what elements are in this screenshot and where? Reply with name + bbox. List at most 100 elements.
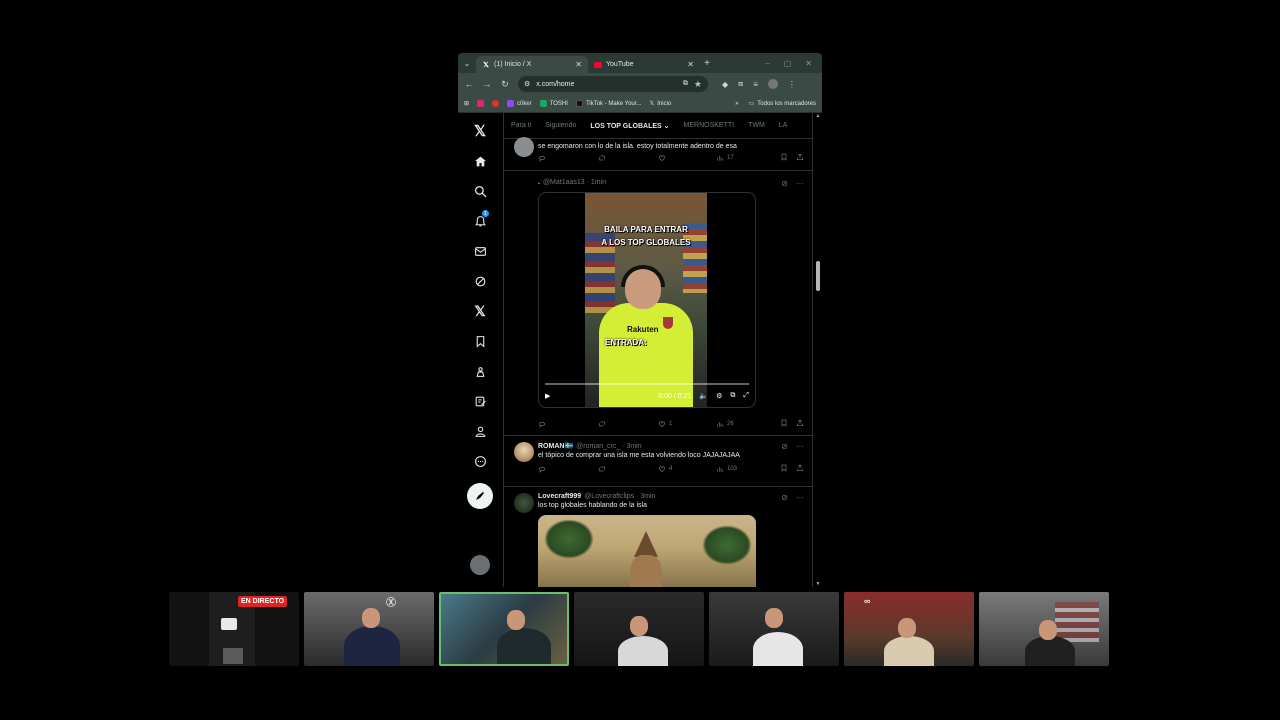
scroll-up-icon[interactable]: ▲ (815, 113, 821, 119)
bookmark-toshi[interactable]: TOSHI (539, 100, 568, 107)
webcam-tile-selected[interactable] (439, 592, 569, 666)
page-scrollbar[interactable]: ▲ ▼ (815, 113, 821, 587)
settings-gear-icon[interactable]: ⚙ (716, 392, 722, 400)
new-tab-button[interactable]: + (700, 58, 714, 69)
repost-button[interactable] (598, 154, 658, 162)
handle-and-time[interactable]: @roman_crc_ · 3min (576, 443, 641, 450)
share-button[interactable] (796, 153, 804, 163)
back-button[interactable]: ← (464, 79, 474, 89)
repost-button[interactable] (598, 420, 658, 428)
bookmark-tiktok[interactable]: TikTok - Make Your... (575, 100, 641, 107)
like-button[interactable]: 1 (658, 420, 716, 428)
like-button[interactable]: 4 (658, 465, 716, 473)
play-icon[interactable]: ▶ (545, 392, 550, 400)
webcam-tile[interactable]: Ⓧ (304, 592, 434, 666)
messages-envelope-icon[interactable] (468, 239, 492, 263)
profile-avatar[interactable] (767, 79, 778, 89)
extensions-icon[interactable]: ⧈ (738, 79, 743, 89)
bookmarks-icon[interactable] (468, 329, 492, 353)
bookmark-button[interactable] (780, 464, 788, 474)
views-button[interactable]: 103 (716, 465, 778, 473)
site-info-icon[interactable]: ⚙ (524, 80, 530, 88)
repost-button[interactable] (598, 465, 658, 473)
display-name[interactable]: . (538, 179, 540, 186)
lists-icon[interactable] (468, 389, 492, 413)
apps-grid-icon[interactable]: ⊞ (464, 100, 469, 107)
more-bookmarks-icon[interactable]: » (735, 101, 738, 107)
display-name[interactable]: Lovecraft999 (538, 493, 581, 500)
grok-explain-icon[interactable]: ⊘ (781, 179, 788, 188)
grok-icon[interactable] (468, 269, 492, 293)
profile-person-icon[interactable] (468, 419, 492, 443)
volume-icon[interactable]: 🔈 (699, 392, 708, 400)
close-icon[interactable]: ✕ (575, 60, 582, 69)
tweet[interactable]: ⊘ ··· Lovecraft999 @Lovecraftclips · 3mi… (504, 487, 812, 587)
bookmark-red[interactable] (492, 100, 500, 107)
search-icon[interactable] (468, 179, 492, 203)
handle-and-time[interactable]: @Lovecraftclips · 3min (584, 493, 655, 500)
bookmark-c0ker[interactable]: c0ker (507, 100, 532, 107)
tab-search-icon[interactable]: ⌄ (458, 59, 476, 68)
bookmark-inicio[interactable]: 𝕏 Inicio (649, 100, 671, 108)
reply-button[interactable] (538, 154, 598, 162)
video-player[interactable]: BAILA PARA ENTRAR A LOS TOP GLOBALES Rak… (538, 192, 756, 408)
grok-explain-icon[interactable]: ⊘ (781, 493, 788, 502)
bookmark-star-icon[interactable]: ★ (694, 79, 702, 90)
all-bookmarks-folder[interactable]: ▭ Todos los marcadores (749, 100, 816, 108)
video-progress-bar[interactable] (545, 383, 749, 385)
reload-button[interactable]: ↻ (500, 79, 510, 90)
views-button[interactable]: 17 (716, 154, 778, 162)
webcam-tile[interactable] (574, 592, 704, 666)
tab-la[interactable]: LA (772, 122, 795, 129)
avatar[interactable] (514, 493, 534, 513)
webcam-tile[interactable]: EN DIRECTO (169, 592, 299, 666)
minimize-button[interactable]: – (765, 59, 769, 68)
grok-explain-icon[interactable]: ⊘ (781, 442, 788, 451)
more-options-icon[interactable]: ··· (796, 179, 804, 188)
jobs-icon[interactable] (468, 359, 492, 383)
scroll-down-icon[interactable]: ▼ (815, 581, 821, 587)
avatar[interactable] (514, 137, 534, 157)
more-options-icon[interactable]: ··· (796, 493, 804, 502)
home-icon[interactable] (468, 149, 492, 173)
tab-siguiendo[interactable]: Siguiendo (538, 122, 583, 129)
maximize-button[interactable]: ▢ (784, 59, 792, 68)
avatar[interactable] (514, 442, 534, 462)
reply-button[interactable] (538, 420, 598, 428)
close-window-button[interactable]: ✕ (805, 59, 812, 68)
like-button[interactable] (658, 154, 716, 162)
reply-button[interactable] (538, 465, 598, 473)
share-button[interactable] (796, 419, 804, 429)
tab-mernosketti[interactable]: MERNOSKETTI (677, 122, 742, 129)
premium-x-icon[interactable]: 𝕏 (468, 299, 492, 323)
menu-kebab-icon[interactable]: ⋮ (788, 80, 796, 89)
views-button[interactable]: 26 (716, 420, 778, 428)
bookmark-button[interactable] (780, 153, 788, 163)
display-name[interactable]: ROMAN🇸🇪 (538, 442, 573, 450)
tweet[interactable]: ⊘ ··· ROMAN🇸🇪 @roman_crc_ · 3min el tópi… (504, 436, 812, 487)
tab-inicio-x[interactable]: 𝕏 (1) Inicio / X ✕ (476, 56, 588, 73)
more-circle-icon[interactable] (468, 449, 492, 473)
webcam-tile[interactable] (979, 592, 1109, 666)
forward-button[interactable]: → (482, 79, 492, 89)
bookmark-button[interactable] (780, 419, 788, 429)
tweet-media-image[interactable] (538, 515, 756, 587)
handle-and-time[interactable]: @Mat1aas13 · 1min (543, 179, 606, 186)
webcam-tile[interactable] (709, 592, 839, 666)
fullscreen-icon[interactable]: ⤢ (743, 392, 749, 400)
tab-youtube[interactable]: YouTube ✕ (588, 56, 700, 73)
scrollbar-thumb[interactable] (816, 261, 820, 291)
media-icon[interactable]: ≡ (753, 80, 758, 89)
url-bar[interactable]: ⚙ x.com/home ⧉ ★ (518, 76, 708, 92)
compose-post-button[interactable] (467, 483, 493, 509)
pip-icon[interactable]: ⧉ (730, 392, 735, 400)
tab-los-top-globales[interactable]: LOS TOP GLOBALES ⌄ (583, 122, 676, 130)
tweet[interactable]: se engomaron con lo de la isla. estoy to… (504, 137, 812, 171)
close-icon[interactable]: ✕ (687, 60, 694, 69)
install-app-icon[interactable]: ⧉ (683, 80, 688, 88)
tab-para-ti[interactable]: Para ti (504, 122, 538, 129)
x-home-logo-icon[interactable]: 𝕏 (468, 119, 492, 143)
bookmark-instagram[interactable] (477, 100, 485, 107)
tweet[interactable]: ⊘ ··· . @Mat1aas13 · 1min BAILA PARA ENT… (504, 171, 812, 436)
account-avatar[interactable] (470, 555, 490, 575)
